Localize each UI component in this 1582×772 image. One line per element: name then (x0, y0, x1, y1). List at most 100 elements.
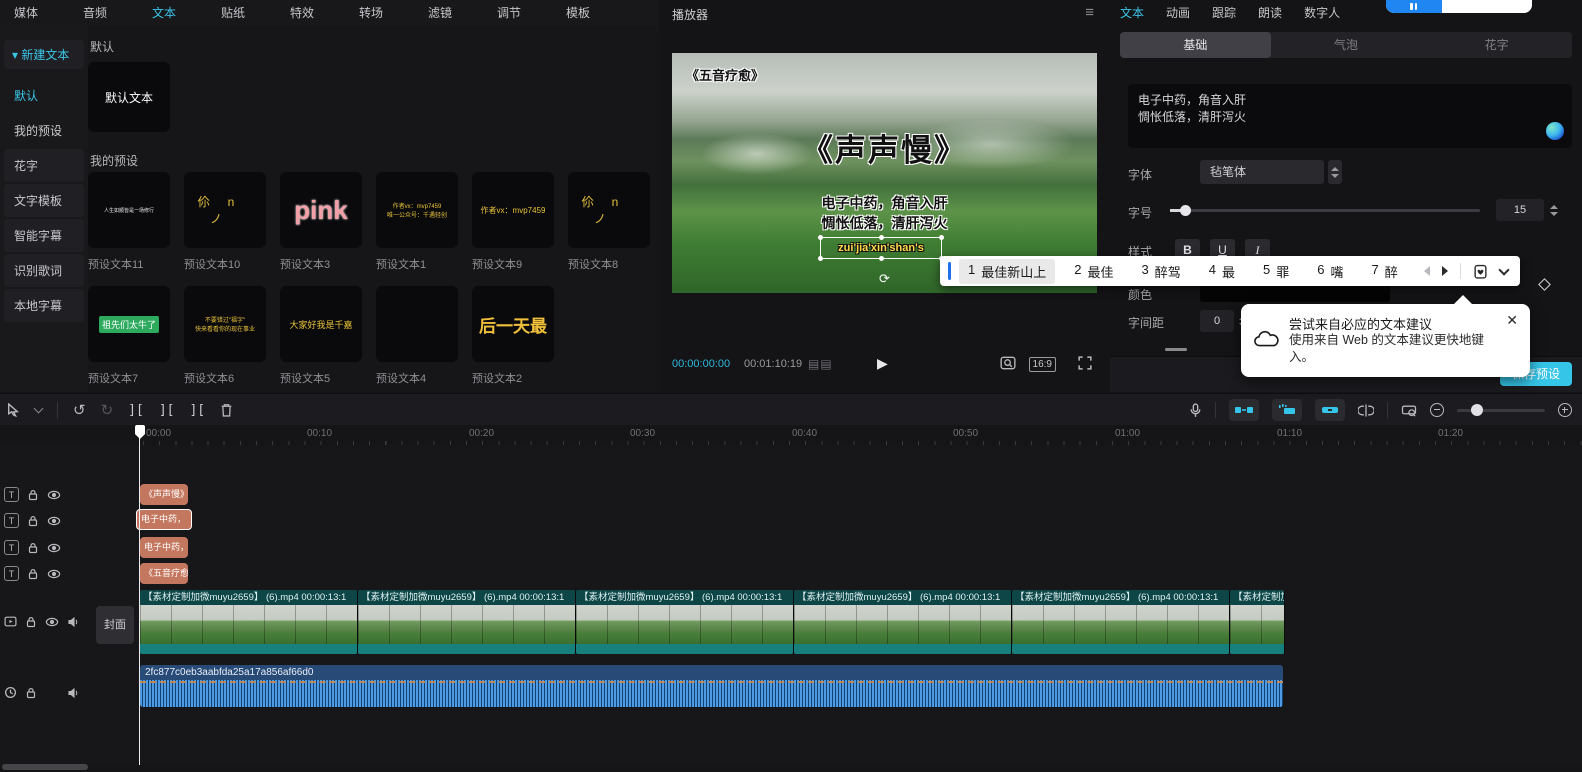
playhead[interactable] (139, 425, 140, 765)
split-left-icon[interactable]: ][ (128, 403, 144, 418)
lock-icon[interactable] (27, 568, 39, 580)
preset-card-6[interactable]: 不要错过"福字" 快来看看你的现在事业 (184, 286, 266, 362)
ime-candidate-7[interactable]: 7醉 (1363, 259, 1407, 284)
split-right-icon[interactable]: ][ (189, 403, 205, 418)
ime-prev-page-icon[interactable] (1424, 266, 1430, 276)
aspect-ratio-button[interactable]: 16:9 (1029, 357, 1056, 372)
lock-icon[interactable] (27, 489, 39, 501)
preset-card-default[interactable]: 默认文本 (88, 62, 170, 132)
eye-icon[interactable] (47, 569, 61, 579)
tab-animation[interactable]: 动画 (1166, 4, 1190, 21)
sidebar-item-lyrics-recognition[interactable]: 识别歌词 (4, 254, 84, 287)
video-clip[interactable]: 【素材定制加微muyu2659】 (6).mp4 00:00:13:1 (794, 590, 1012, 654)
selection-handle[interactable] (818, 235, 823, 240)
letter-spacing-value[interactable]: 0 (1200, 310, 1234, 332)
main-track-magnet-toggle[interactable] (1229, 399, 1259, 421)
split-clip-icon[interactable] (1358, 404, 1374, 417)
selected-text-box[interactable]: zui'jia'xin'shan's (820, 237, 942, 259)
ime-candidate-2[interactable]: 2最佳 (1065, 259, 1122, 284)
ime-expand-chevron-icon[interactable] (1498, 264, 1509, 275)
menu-audio[interactable]: 音频 (75, 4, 115, 21)
menu-filters[interactable]: 滤镜 (420, 4, 460, 21)
eye-icon[interactable] (47, 516, 61, 526)
sidebar-item-my-presets[interactable]: 我的预设 (4, 114, 84, 147)
mute-icon[interactable] (67, 616, 79, 628)
horizontal-scrollbar[interactable] (2, 764, 88, 770)
menu-templates[interactable]: 模板 (558, 4, 598, 21)
redo-icon[interactable]: ↻ (101, 401, 114, 419)
preset-card-5[interactable]: 大家好我是千嘉 (280, 286, 362, 362)
video-clip-partial[interactable]: 【素材定制加微muyu2659】 (6).mp4 (1230, 590, 1285, 654)
preset-card-2[interactable]: 后一天最 (472, 286, 554, 362)
preset-card-11[interactable]: 人生如顺皆是一场修行 (88, 172, 170, 248)
sidebar-item-default[interactable]: 默认 (4, 79, 84, 112)
menu-text[interactable]: 文本 (144, 4, 184, 21)
keyframe-icon[interactable] (1538, 278, 1551, 291)
sidebar-item-fancy-text[interactable]: 花字 (4, 149, 84, 182)
font-size-slider[interactable] (1170, 209, 1480, 212)
tooltip-close-icon[interactable]: ✕ (1506, 312, 1518, 329)
timeline-ruler[interactable]: 00:00 00:10 00:20 00:30 00:40 00:50 01:0… (0, 425, 1582, 445)
fullscreen-icon[interactable] (1078, 356, 1092, 370)
tab-text[interactable]: 文本 (1120, 4, 1144, 21)
ime-candidate-3[interactable]: 3醉驾 (1133, 259, 1190, 284)
ime-candidate-1[interactable]: 1最佳新山上 (959, 259, 1055, 284)
undo-icon[interactable]: ↺ (73, 401, 86, 419)
sidebar-item-local-subtitles[interactable]: 本地字幕 (4, 289, 84, 322)
video-clip[interactable]: 【素材定制加微muyu2659】 (6).mp4 00:00:13:1 (140, 590, 358, 654)
zoom-out-icon[interactable] (1430, 403, 1444, 417)
lock-icon[interactable] (27, 515, 39, 527)
lock-icon[interactable] (27, 542, 39, 554)
subtab-bubble[interactable]: 气泡 (1271, 32, 1422, 58)
menu-effects[interactable]: 特效 (282, 4, 322, 21)
tab-tracking[interactable]: 跟踪 (1212, 4, 1236, 21)
preset-card-3[interactable]: pink (280, 172, 362, 248)
cover-button[interactable]: 封面 (96, 606, 134, 644)
video-clip[interactable]: 【素材定制加微muyu2659】 (6).mp4 00:00:13:1 (1012, 590, 1230, 654)
playhead-handle[interactable] (135, 425, 145, 435)
subtab-fancy[interactable]: 花字 (1421, 32, 1572, 58)
split-icon[interactable]: ][ (159, 403, 175, 418)
menu-adjust[interactable]: 调节 (489, 4, 529, 21)
menu-transitions[interactable]: 转场 (351, 4, 391, 21)
preset-card-9[interactable]: 作者vx：mvp7459 (472, 172, 554, 248)
menu-stickers[interactable]: 贴纸 (213, 4, 253, 21)
play-button[interactable]: ▶ (877, 355, 888, 372)
selection-handle[interactable] (879, 256, 884, 261)
clip-list-icon[interactable]: ▤▤ (808, 357, 833, 371)
ime-clipboard-icon[interactable] (1473, 264, 1488, 279)
tab-digital-human[interactable]: 数字人 (1304, 4, 1340, 21)
ime-candidate-5[interactable]: 5罪 (1254, 259, 1298, 284)
text-clip[interactable]: 《声声慢》 (140, 484, 188, 505)
timeline-zoom-slider[interactable] (1457, 409, 1545, 412)
ime-candidate-6[interactable]: 6嘴 (1308, 259, 1352, 284)
preset-card-1[interactable]: 作者vx：mvp7459 唯一公众号：千遇轻创 (376, 172, 458, 248)
font-size-value[interactable]: 15 (1496, 199, 1544, 221)
text-color-swatch[interactable] (1200, 284, 1390, 302)
text-clip[interactable]: 电子中药， (140, 537, 188, 558)
auto-snap-toggle[interactable] (1272, 399, 1302, 421)
eye-icon[interactable] (45, 617, 59, 627)
menu-media[interactable]: 媒体 (6, 4, 46, 21)
delete-icon[interactable] (220, 403, 233, 417)
sidebar-item-auto-captions[interactable]: 智能字幕 (4, 219, 84, 252)
zoom-slider-handle[interactable] (1471, 404, 1483, 416)
preset-card-4[interactable] (376, 286, 458, 362)
ime-next-page-icon[interactable] (1442, 266, 1448, 276)
text-clip-selected[interactable]: 电子中药， (136, 509, 192, 530)
ime-candidate-4[interactable]: 4最 (1200, 259, 1244, 284)
cursor-mode-chevron-icon[interactable] (34, 404, 44, 414)
lock-icon[interactable] (25, 687, 37, 699)
lock-icon[interactable] (25, 616, 37, 628)
audio-clip[interactable]: 2fc877c0eb3aabfda25a17a856af66d0 (140, 665, 1283, 707)
ai-assistant-icon[interactable] (1546, 122, 1564, 140)
selection-handle[interactable] (818, 256, 823, 261)
preset-card-10[interactable]: 伱nノ (184, 172, 266, 248)
zoom-in-icon[interactable] (1558, 403, 1572, 417)
font-select[interactable]: 毡笔体 (1200, 160, 1324, 184)
sidebar-item-text-templates[interactable]: 文字模板 (4, 184, 84, 217)
selection-handle[interactable] (939, 235, 944, 240)
font-stepper[interactable] (1328, 160, 1342, 184)
record-voiceover-icon[interactable] (1189, 403, 1202, 418)
video-clip[interactable]: 【素材定制加微muyu2659】 (6).mp4 00:00:13:1 (576, 590, 794, 654)
